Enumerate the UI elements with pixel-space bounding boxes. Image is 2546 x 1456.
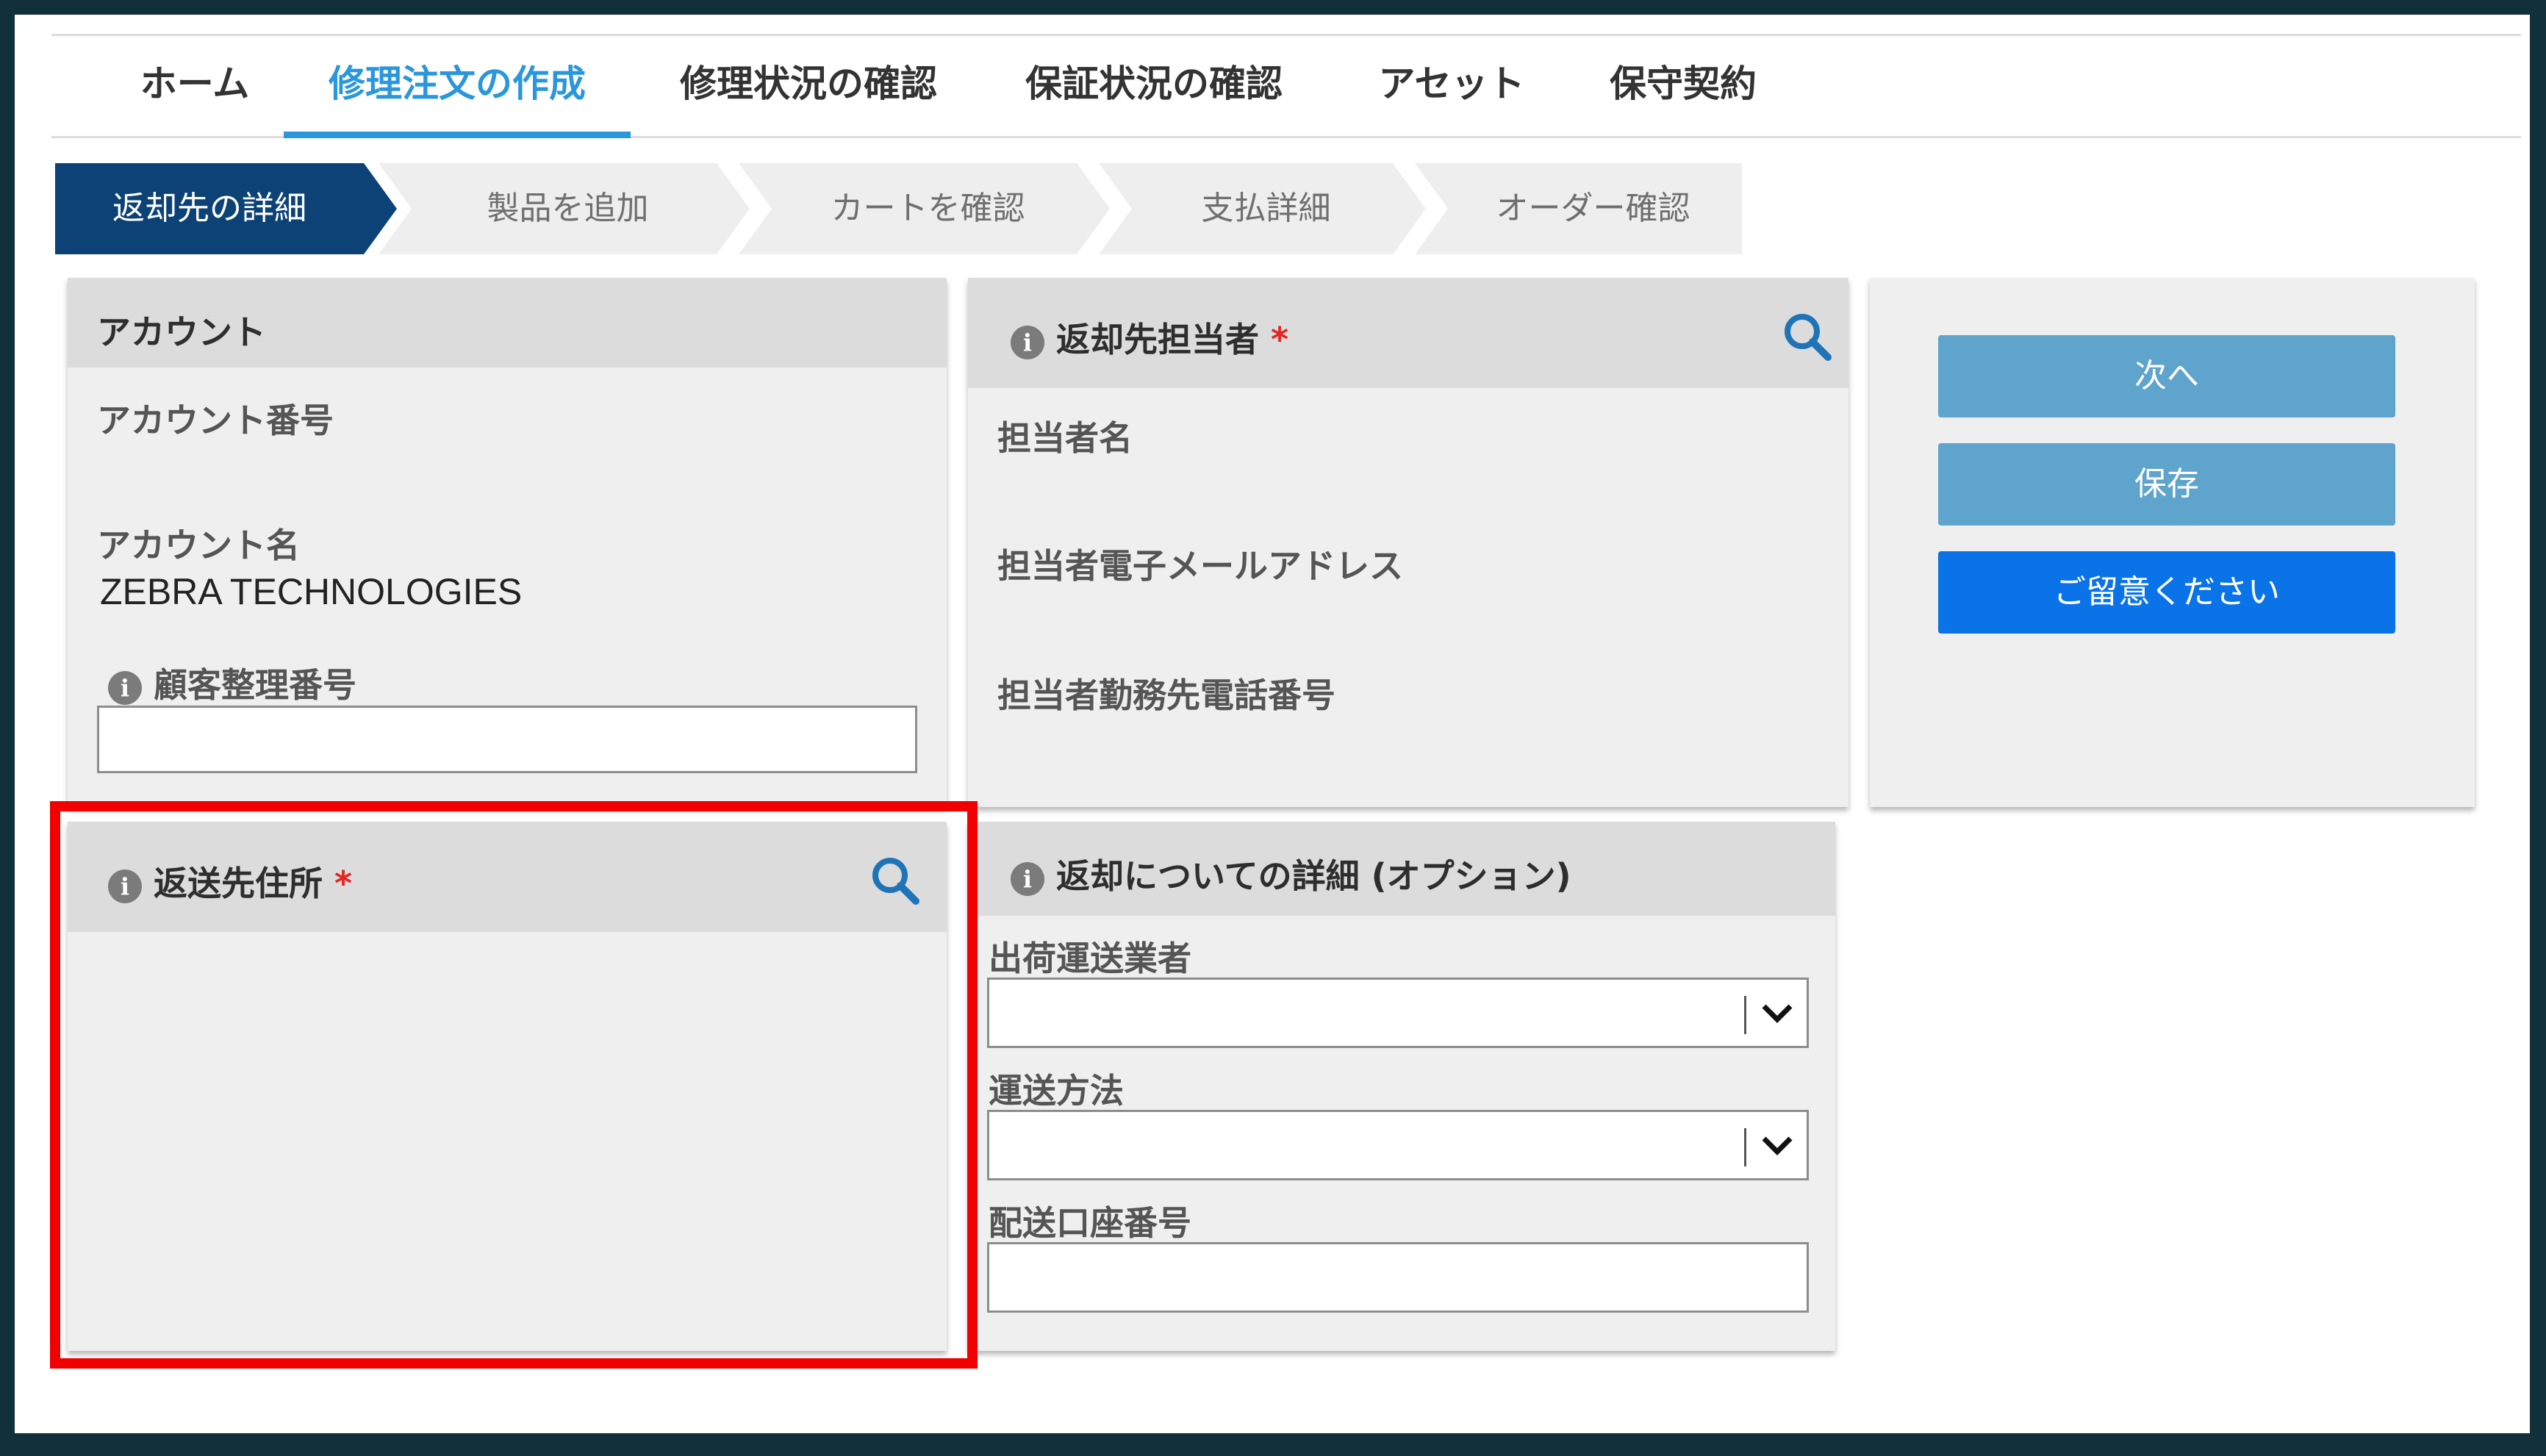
save-button[interactable]: 保存 xyxy=(1938,443,2395,526)
return-details-panel: i 返却についての詳細 (オプション) 出荷運送業者 運送方法 配送口座番号 xyxy=(968,822,1835,1351)
select-separator xyxy=(1744,996,1746,1034)
tab-create-repair-order[interactable]: 修理注文の作成 xyxy=(284,36,631,138)
chevron-down-icon[interactable] xyxy=(1758,1130,1796,1162)
actions-panel: 次へ 保存 ご留意ください xyxy=(1870,278,2475,807)
tab-warranty-status[interactable]: 保証状況の確認 xyxy=(1000,36,1308,136)
shipping-method-label: 運送方法 xyxy=(989,1071,1124,1111)
account-panel-header: アカウント xyxy=(68,278,947,367)
chevron-down-icon[interactable] xyxy=(1758,997,1796,1030)
step-review-cart[interactable]: カートを確認 xyxy=(739,163,1110,254)
return-details-header: i 返却についての詳細 (オプション) xyxy=(968,822,1835,916)
return-details-title: i 返却についての詳細 (オプション) xyxy=(1011,850,1571,898)
return-details-title-text: 返却についての詳細 (オプション) xyxy=(1056,856,1571,896)
info-icon[interactable]: i xyxy=(1011,861,1044,896)
return-contact-panel: i 返却先担当者 * 担当者名 担当者電子メールアドレス 担当者勤務先電話番号 xyxy=(968,278,1848,807)
account-title: アカウント xyxy=(97,312,266,352)
contact-phone-label: 担当者勤務先電話番号 xyxy=(997,675,1335,715)
step-add-product[interactable]: 製品を追加 xyxy=(379,163,750,254)
contact-email-label: 担当者電子メールアドレス xyxy=(997,546,1403,586)
step-return-details[interactable]: 返却先の詳細 xyxy=(55,163,397,254)
carrier-label: 出荷運送業者 xyxy=(989,939,1191,978)
account-number-label: アカウント番号 xyxy=(97,401,334,440)
notice-button[interactable]: ご留意ください xyxy=(1938,551,2395,634)
tab-repair-status[interactable]: 修理状況の確認 xyxy=(654,36,963,136)
account-name-label: アカウント名 xyxy=(97,526,300,565)
customer-ref-label-text: 顧客整理番号 xyxy=(154,665,357,705)
step-order-confirmation[interactable]: オーダー確認 xyxy=(1415,163,1742,254)
account-panel: アカウント アカウント番号 アカウント名 ZEBRA TECHNOLOGIES … xyxy=(68,278,947,807)
search-icon[interactable] xyxy=(1781,310,1834,363)
return-address-title: i 返送先住所 * xyxy=(108,857,352,905)
step-payment-details[interactable]: 支払詳細 xyxy=(1099,163,1426,254)
account-name-value: ZEBRA TECHNOLOGIES xyxy=(100,571,523,612)
top-nav: ホーム 修理注文の作成 修理状況の確認 保証状況の確認 アセット 保守契約 xyxy=(51,34,2521,138)
required-mark: * xyxy=(334,864,353,903)
carrier-select[interactable] xyxy=(987,978,1809,1048)
next-button[interactable]: 次へ xyxy=(1938,335,2395,417)
return-contact-title: i 返却先担当者 * xyxy=(1011,313,1288,362)
tab-maintenance-contracts[interactable]: 保守契約 xyxy=(1580,36,1786,136)
customer-ref-input[interactable] xyxy=(97,706,917,773)
step-label: 製品を追加 xyxy=(487,190,649,227)
tab-home[interactable]: ホーム xyxy=(110,36,279,136)
customer-ref-label: i 顧客整理番号 xyxy=(108,659,356,707)
select-separator xyxy=(1744,1128,1746,1166)
app-window: ホーム 修理注文の作成 修理状況の確認 保証状況の確認 アセット 保守契約 返却… xyxy=(15,15,2530,1433)
return-contact-header: i 返却先担当者 * xyxy=(968,278,1848,388)
info-icon[interactable]: i xyxy=(1011,325,1044,359)
step-label: オーダー確認 xyxy=(1496,190,1690,227)
step-label: カートを確認 xyxy=(831,190,1025,227)
info-icon[interactable]: i xyxy=(108,869,142,903)
return-address-title-text: 返送先住所 xyxy=(154,864,323,903)
shipping-account-label: 配送口座番号 xyxy=(989,1203,1191,1243)
return-address-header: i 返送先住所 * xyxy=(68,822,947,932)
required-mark: * xyxy=(1271,320,1289,359)
info-icon[interactable]: i xyxy=(108,670,142,705)
return-address-panel: i 返送先住所 * xyxy=(68,822,947,1351)
step-label: 返却先の詳細 xyxy=(112,190,306,227)
progress-stepper: 返却先の詳細 製品を追加 カートを確認 支払詳細 オーダー確認 xyxy=(55,163,1746,254)
tab-assets[interactable]: アセット xyxy=(1345,36,1558,136)
contact-name-label: 担当者名 xyxy=(997,418,1133,458)
shipping-account-input[interactable] xyxy=(987,1242,1809,1313)
return-contact-title-text: 返却先担当者 xyxy=(1056,320,1260,359)
shipping-method-select[interactable] xyxy=(987,1110,1809,1180)
search-icon[interactable] xyxy=(869,854,922,907)
step-label: 支払詳細 xyxy=(1201,190,1331,227)
